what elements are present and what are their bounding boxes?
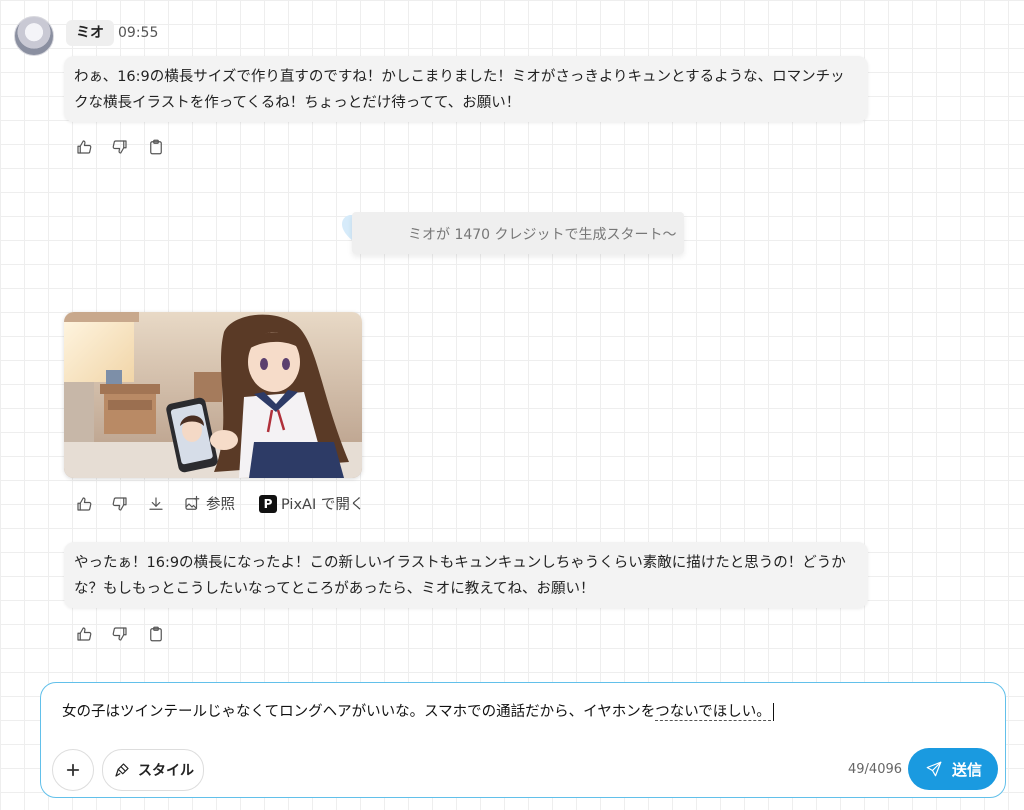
bot-message: わぁ、16:9の横長サイズで作り直すのですね！かしこまりました！ミオがさっきより… <box>64 56 868 122</box>
bot-message: やったぁ！16:9の横長になったよ！この新しいイラストもキュンキュンしちゃうくら… <box>64 542 868 608</box>
thumbs-down-icon[interactable] <box>110 494 130 514</box>
generation-status-text: ミオが 1470 クレジットで生成スタート〜 <box>408 227 677 243</box>
bot-avatar[interactable] <box>14 16 54 56</box>
clipboard-icon[interactable] <box>146 624 166 644</box>
reference-button[interactable]: 参照 <box>182 493 235 514</box>
open-in-pixai-button[interactable]: P PixAI で開く <box>259 493 364 514</box>
style-label: スタイル <box>138 763 194 779</box>
thumbs-down-icon[interactable] <box>110 624 130 644</box>
message-input[interactable]: 女の子はツインテールじゃなくてロングヘアがいいな。スマホでの通話だから、イヤホン… <box>62 700 775 721</box>
download-icon[interactable] <box>146 494 166 514</box>
send-label: 送信 <box>951 760 982 779</box>
add-attachment-button[interactable] <box>52 749 94 791</box>
thumbs-up-icon[interactable] <box>74 137 94 157</box>
message-actions <box>74 137 166 157</box>
open-in-pixai-label: PixAI で開く <box>281 497 365 513</box>
message-actions <box>74 624 166 644</box>
image-actions: 参照 P PixAI で開く <box>74 493 364 514</box>
character-counter: 49/4096 <box>848 762 903 777</box>
pixai-logo-icon: P <box>259 494 277 513</box>
bot-name: ミオ <box>66 20 114 46</box>
send-icon <box>924 759 944 779</box>
generated-image[interactable] <box>64 312 362 478</box>
thumbs-up-icon[interactable] <box>74 494 94 514</box>
plus-icon <box>63 760 83 780</box>
brush-icon <box>112 760 132 780</box>
style-button[interactable]: スタイル <box>102 749 204 791</box>
message-input-spellcheck-text: つないでほしい。 <box>655 704 771 721</box>
thumbs-down-icon[interactable] <box>110 137 130 157</box>
message-time: 09:55 <box>118 25 159 41</box>
thumbs-up-icon[interactable] <box>74 624 94 644</box>
image-reference-icon <box>182 494 202 514</box>
message-input-text: 女の子はツインテールじゃなくてロングヘアがいいな。スマホでの通話だから、イヤホン… <box>62 704 656 720</box>
clipboard-icon[interactable] <box>146 137 166 157</box>
reference-label: 参照 <box>206 497 235 513</box>
send-button[interactable]: 送信 <box>908 748 998 790</box>
text-caret <box>772 703 775 721</box>
